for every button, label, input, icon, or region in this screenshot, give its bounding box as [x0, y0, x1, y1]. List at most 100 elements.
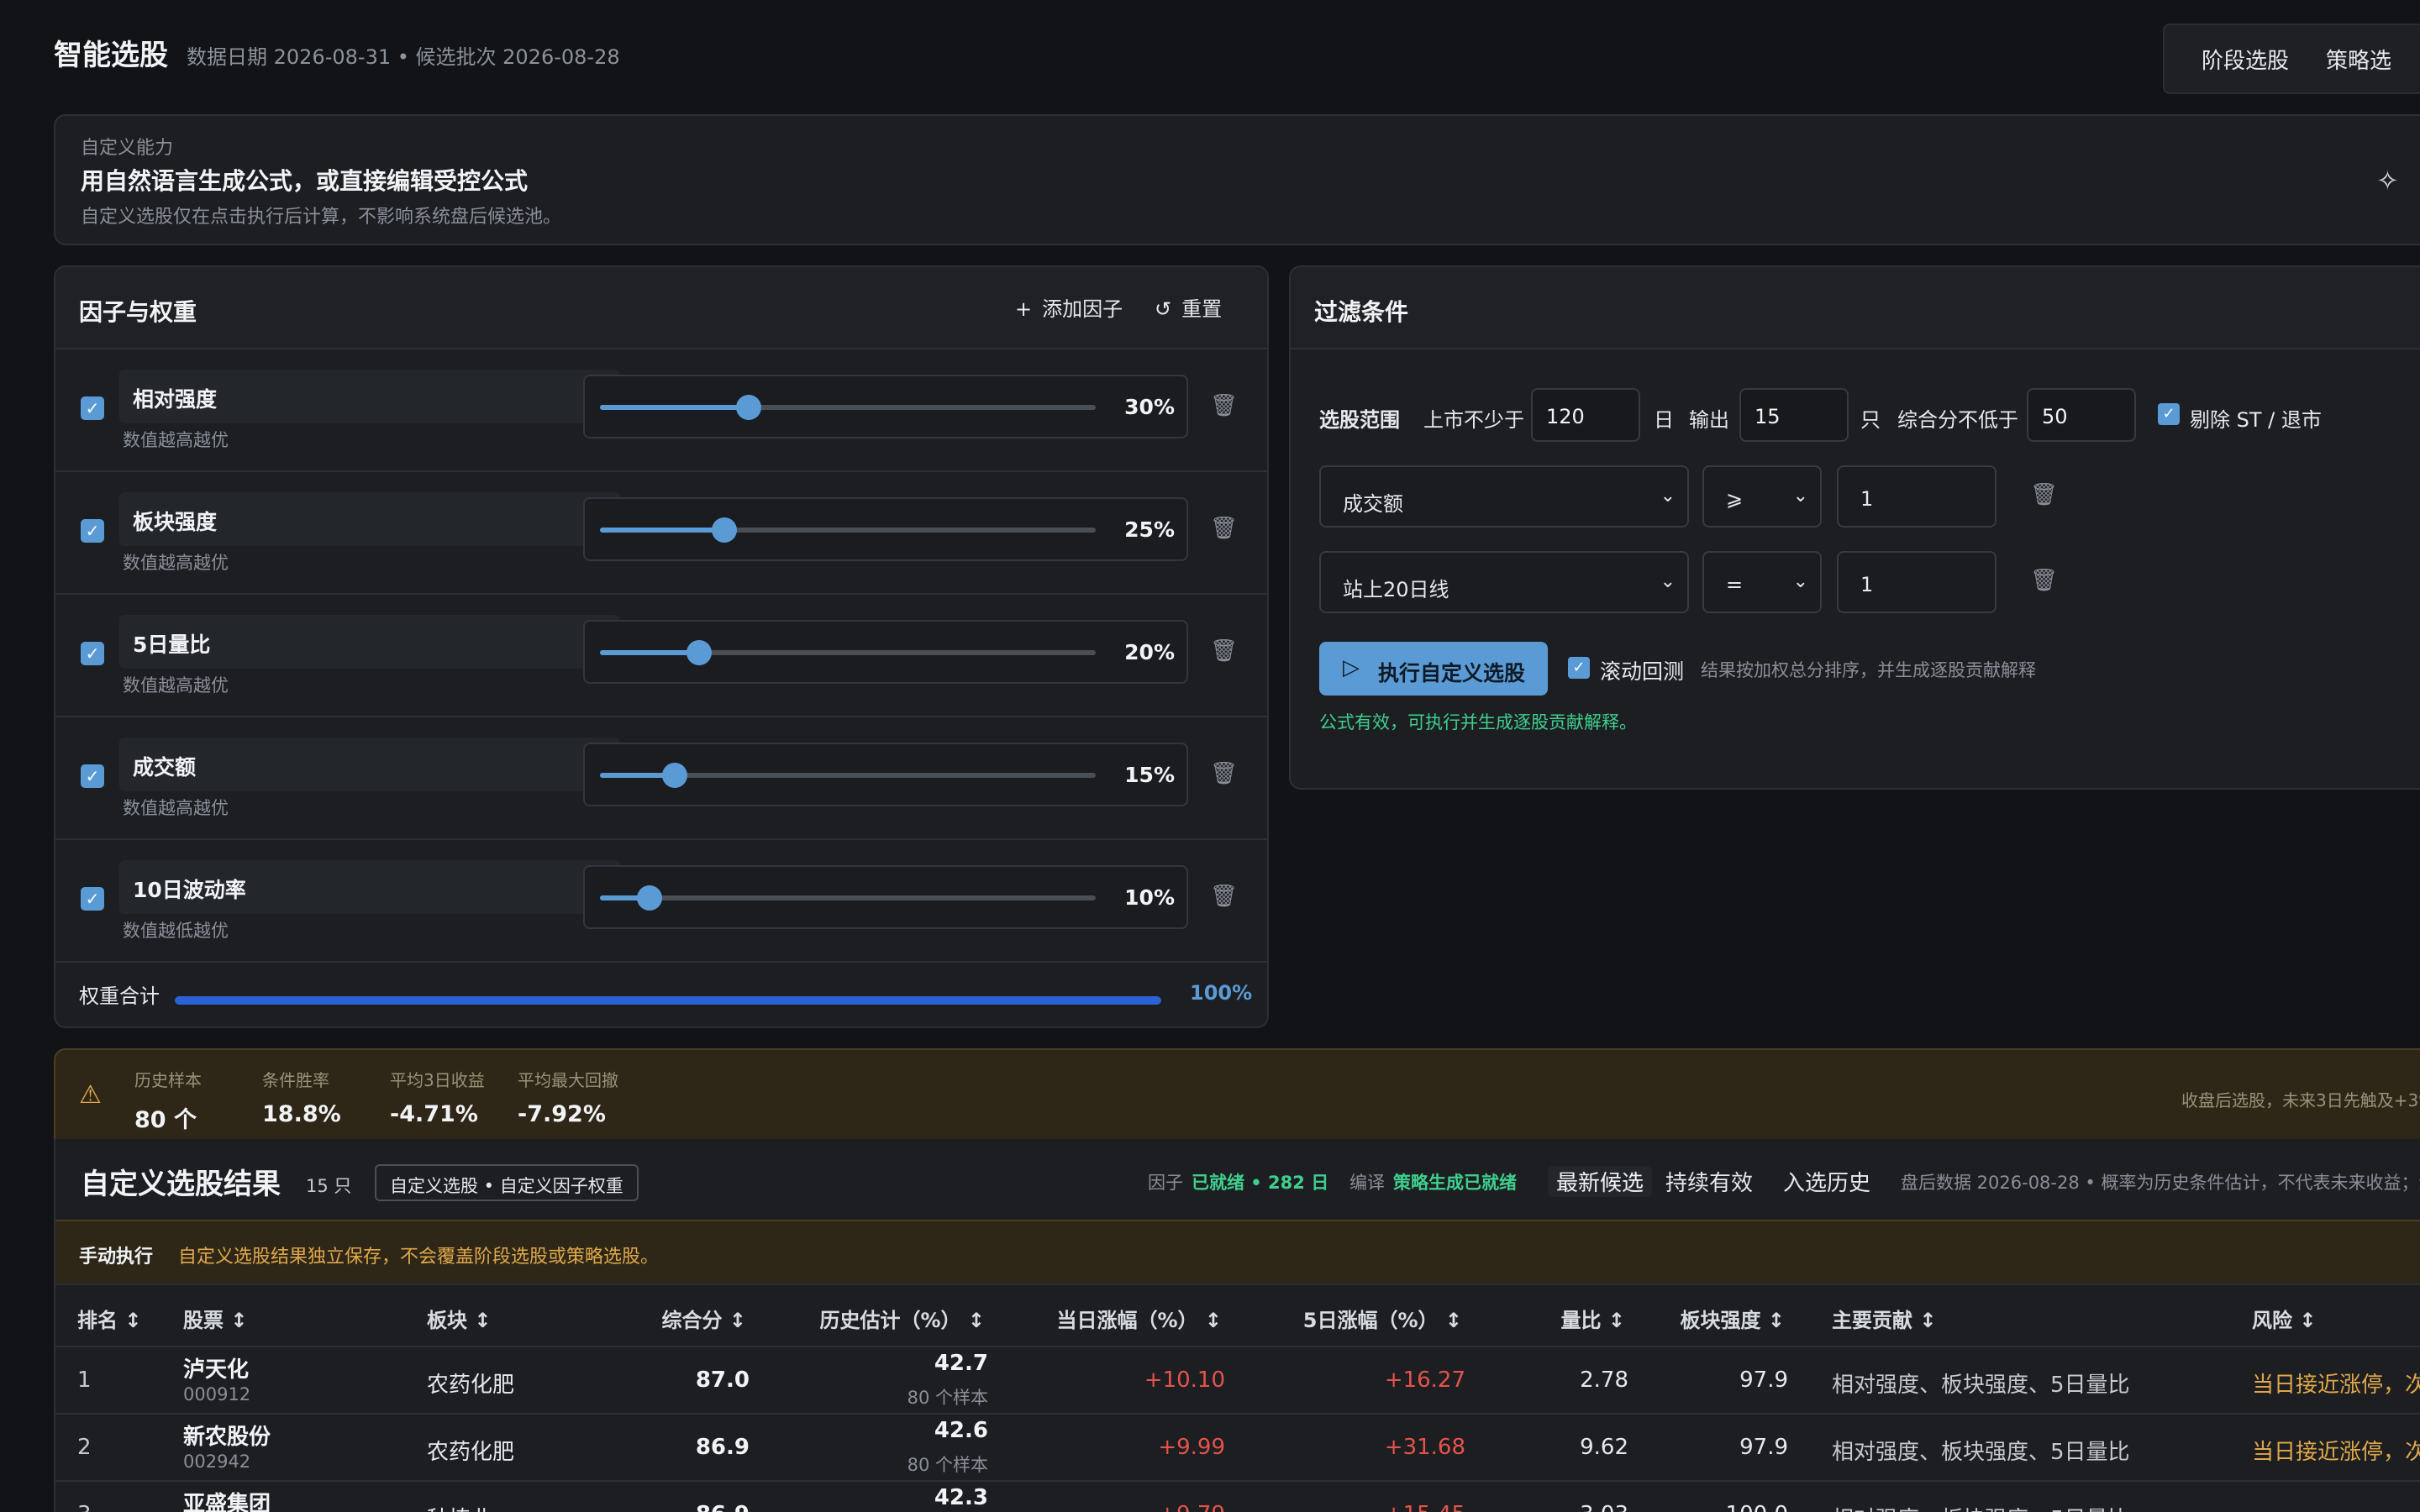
- min-score-input[interactable]: 50: [2027, 388, 2136, 442]
- factor-status-label: 因子: [1148, 1173, 1183, 1193]
- output-count-input[interactable]: 15: [1739, 388, 1849, 442]
- trash-icon[interactable]: 🗑: [2030, 568, 2058, 593]
- add-factor-button[interactable]: + 添加因子: [1015, 292, 1123, 322]
- condition-1-field: 成交额: [1343, 492, 1403, 516]
- factor-select[interactable]: 成交额⌄: [119, 738, 620, 791]
- day-change-cell: +9.79: [1158, 1502, 1225, 1512]
- tab-strategy-picking[interactable]: 策略选: [2311, 44, 2413, 75]
- factor-enabled-checkbox[interactable]: ✓: [81, 396, 104, 420]
- column-header[interactable]: 5日涨幅（%） ↕: [1303, 1304, 1462, 1333]
- column-header[interactable]: 风险 ↕: [2252, 1304, 2316, 1333]
- weight-sum-value: 100%: [1190, 981, 1253, 1005]
- condition-2-value-input[interactable]: 1: [1837, 551, 1996, 613]
- risk-cell: 当日接近涨停，次: [2252, 1373, 2420, 1398]
- run-hint: 结果按加权总分排序，并生成逐股贡献解释: [1701, 660, 2036, 680]
- slider-track: [600, 395, 1096, 420]
- factor-name: 10日波动率: [133, 878, 246, 902]
- table-row[interactable]: 2 新农股份 002942 农药化肥 86.9 42.6 80 个样本 +9.99 +31.68…: [55, 1415, 2420, 1482]
- day-change-cell: +9.99: [1158, 1435, 1225, 1460]
- sparkle-icon[interactable]: ✧: [2376, 165, 2399, 197]
- column-header[interactable]: 板块强度 ↕: [1681, 1304, 1785, 1333]
- condition-1-value-input[interactable]: 1: [1837, 465, 1996, 528]
- column-header[interactable]: 排名 ↕: [77, 1304, 141, 1333]
- stock-name[interactable]: 新农股份: [183, 1420, 271, 1451]
- factor-select[interactable]: 板块强度⌄: [119, 492, 620, 546]
- rolling-backtest-checkbox[interactable]: ✓: [1568, 657, 1590, 679]
- capability-title: 用自然语言生成公式，或直接编辑受控公式: [81, 167, 529, 195]
- column-header[interactable]: 历史估计（%） ↕: [819, 1304, 985, 1333]
- factor-row: ✓ 相对强度⌄ 数值越高越优 30% 🗑: [55, 349, 1267, 472]
- tab-still-valid[interactable]: 持续有效: [1665, 1166, 1753, 1197]
- run-button-label: 执行自定义选股: [1378, 661, 1526, 685]
- five-day-change-cell: +16.27: [1384, 1368, 1465, 1393]
- factor-weight-value: 25%: [1124, 517, 1175, 542]
- factor-weight-slider[interactable]: 15%: [583, 743, 1188, 806]
- column-header[interactable]: 综合分 ↕: [662, 1304, 746, 1333]
- manual-run-note: 自定义选股结果独立保存，不会覆盖阶段选股或策略选股。: [178, 1247, 660, 1268]
- condition-2-field-select[interactable]: 站上20日线 ⌄: [1319, 551, 1689, 613]
- factor-weight-slider[interactable]: 25%: [583, 497, 1188, 561]
- contribution-cell: 相对强度、板块强度、5日量比: [1832, 1502, 2130, 1512]
- slider-handle[interactable]: [711, 517, 737, 543]
- column-header[interactable]: 量比 ↕: [1561, 1304, 1625, 1333]
- slider-fill: [600, 405, 749, 410]
- chevron-down-icon: ⌄: [1660, 571, 1676, 592]
- column-header[interactable]: 主要贡献 ↕: [1832, 1304, 1936, 1333]
- factor-weight-value: 15%: [1124, 763, 1175, 787]
- sector-cell: 农药化肥: [427, 1440, 515, 1465]
- column-header[interactable]: 当日涨幅（%） ↕: [1056, 1304, 1222, 1333]
- trash-icon[interactable]: 🗑: [1210, 516, 1238, 541]
- stat-value: 18.8%: [262, 1101, 341, 1127]
- capability-label: 自定义能力: [81, 138, 174, 159]
- filters-title: 过滤条件: [1314, 298, 1409, 326]
- slider-track: [600, 640, 1096, 665]
- factor-enabled-checkbox[interactable]: ✓: [81, 887, 104, 911]
- stat-max-drawdown: 平均最大回撤 -7.92%: [518, 1067, 618, 1127]
- factor-enabled-checkbox[interactable]: ✓: [81, 642, 104, 665]
- stock-name[interactable]: 亚盛集团: [183, 1487, 271, 1512]
- stock-name[interactable]: 泸天化: [183, 1352, 249, 1383]
- tab-selection-history[interactable]: 入选历史: [1783, 1166, 1870, 1197]
- factor-select[interactable]: 相对强度⌄: [119, 370, 620, 423]
- slider-handle[interactable]: [687, 640, 712, 665]
- table-row[interactable]: 3 亚盛集团种植业 86.9 42.3 +9.79 +15.45 3.03 100.0 相对强度…: [55, 1482, 2420, 1512]
- run-custom-picking-button[interactable]: ▷ 执行自定义选股: [1319, 642, 1548, 696]
- factor-select[interactable]: 10日波动率⌄: [119, 860, 620, 914]
- trash-icon[interactable]: 🗑: [1210, 393, 1238, 418]
- tab-stage-picking[interactable]: 阶段选股: [2165, 44, 2311, 75]
- condition-2-operator-select[interactable]: = ⌄: [1702, 551, 1822, 613]
- slider-handle[interactable]: [661, 763, 687, 788]
- factor-name: 成交额: [133, 755, 197, 780]
- slider-handle[interactable]: [637, 885, 662, 911]
- score-cell: 87.0: [695, 1368, 750, 1393]
- trash-icon[interactable]: 🗑: [1210, 884, 1238, 909]
- results-panel: 自定义选股结果 15 只 自定义选股 • 自定义因子权重 因子 已就绪 • 28…: [54, 1139, 2420, 1512]
- trash-icon[interactable]: 🗑: [1210, 638, 1238, 664]
- factor-enabled-checkbox[interactable]: ✓: [81, 764, 104, 788]
- reset-button[interactable]: ↺ 重置: [1155, 292, 1222, 322]
- weight-sum-bar: [175, 996, 1161, 1005]
- factor-row: ✓ 成交额⌄ 数值越高越优 15% 🗑: [55, 717, 1267, 840]
- column-header[interactable]: 股票 ↕: [183, 1304, 247, 1333]
- capability-subtitle: 自定义选股仅在点击执行后计算，不影响系统盘后候选池。: [81, 207, 562, 228]
- factor-weight-slider[interactable]: 30%: [583, 375, 1188, 438]
- condition-1-field-select[interactable]: 成交额 ⌄: [1319, 465, 1689, 528]
- slider-handle[interactable]: [736, 395, 761, 420]
- trash-icon[interactable]: 🗑: [1210, 761, 1238, 786]
- factor-enabled-checkbox[interactable]: ✓: [81, 519, 104, 543]
- estimate-samples: 80 个样本: [907, 1455, 988, 1475]
- trash-icon[interactable]: 🗑: [2030, 482, 2058, 507]
- stat-label: 平均3日收益: [390, 1070, 485, 1090]
- estimate-cell: 42.6: [934, 1418, 988, 1443]
- factor-weight-slider[interactable]: 20%: [583, 620, 1188, 684]
- tab-latest-candidates[interactable]: 最新候选: [1548, 1166, 1653, 1197]
- factor-weight-slider[interactable]: 10%: [583, 865, 1188, 929]
- reset-label: 重置: [1181, 297, 1223, 321]
- table-row[interactable]: 1 泸天化 000912 农药化肥 87.0 42.7 80 个样本 +10.10 +16.27…: [55, 1347, 2420, 1415]
- factor-select[interactable]: 5日量比⌄: [119, 615, 620, 669]
- listed-days-input[interactable]: 120: [1531, 388, 1640, 442]
- column-header[interactable]: 板块 ↕: [427, 1304, 491, 1333]
- filters-panel: 过滤条件 选股范围 上市不少于 120 日 输出 15 只 综合分不低于 50 …: [1289, 265, 2420, 790]
- exclude-st-checkbox[interactable]: ✓: [2158, 403, 2180, 425]
- condition-1-operator-select[interactable]: ⩾ ⌄: [1702, 465, 1822, 528]
